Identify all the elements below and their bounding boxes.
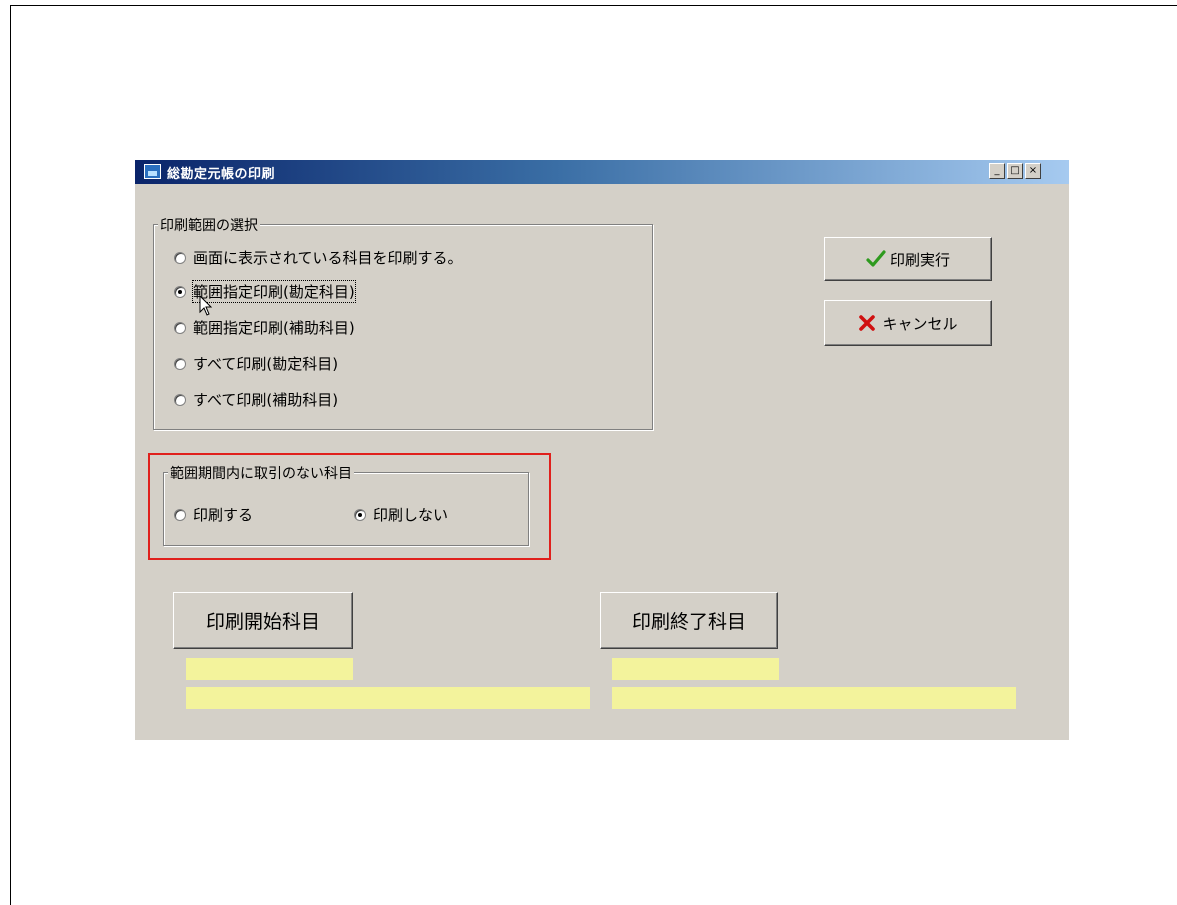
radio-range-sub-account[interactable]: 範囲指定印刷(補助科目): [174, 317, 355, 338]
cancel-label: キャンセル: [882, 314, 958, 333]
radio-button[interactable]: [174, 321, 186, 334]
print-range-legend: 印刷範囲の選択: [158, 215, 260, 235]
radio-all-sub-account[interactable]: すべて印刷(補助科目): [174, 389, 338, 410]
annotation-highlight-box: [148, 453, 551, 560]
print-execute-button[interactable]: 印刷実行: [824, 237, 992, 281]
start-name-field[interactable]: [186, 687, 590, 709]
cancel-button[interactable]: キャンセル: [824, 300, 992, 346]
maximize-button[interactable]: □: [1007, 163, 1023, 179]
radio-button[interactable]: [174, 357, 186, 370]
print-range-group: 印刷範囲の選択 画面に表示されている科目を印刷する。 範囲指定印刷(勘定科目) …: [153, 215, 653, 430]
radio-label: すべて印刷(勘定科目): [193, 355, 339, 373]
close-button[interactable]: ×: [1025, 163, 1041, 179]
radio-all-account[interactable]: すべて印刷(勘定科目): [174, 353, 338, 374]
radio-label: 範囲指定印刷(補助科目): [193, 319, 355, 337]
radio-label: 画面に表示されている科目を印刷する。: [193, 249, 463, 267]
end-code-field[interactable]: [612, 658, 779, 680]
radio-label: すべて印刷(補助科目): [193, 391, 339, 409]
radio-button[interactable]: [174, 251, 186, 264]
checkmark-icon: [866, 250, 886, 267]
mouse-cursor-icon: [199, 295, 213, 316]
radio-button-checked[interactable]: [174, 285, 186, 298]
app-icon: [144, 164, 161, 179]
x-mark-icon: [859, 315, 876, 331]
start-code-field[interactable]: [186, 658, 353, 680]
print-start-subject-button[interactable]: 印刷開始科目: [173, 592, 353, 649]
radio-label: 範囲指定印刷(勘定科目): [192, 280, 356, 303]
print-end-subject-button[interactable]: 印刷終了科目: [600, 592, 778, 649]
title-bar[interactable]: 総勘定元帳の印刷 _ □ ×: [135, 160, 1069, 184]
radio-button[interactable]: [174, 393, 186, 406]
radio-print-visible[interactable]: 画面に表示されている科目を印刷する。: [174, 247, 463, 268]
minimize-button[interactable]: _: [989, 163, 1005, 179]
end-name-field[interactable]: [612, 687, 1016, 709]
print-execute-label: 印刷実行: [889, 250, 950, 269]
window-title: 総勘定元帳の印刷: [167, 167, 276, 182]
print-dialog-window: 総勘定元帳の印刷 _ □ × 印刷範囲の選択 画面に表示されている科目を印刷する…: [135, 160, 1069, 740]
